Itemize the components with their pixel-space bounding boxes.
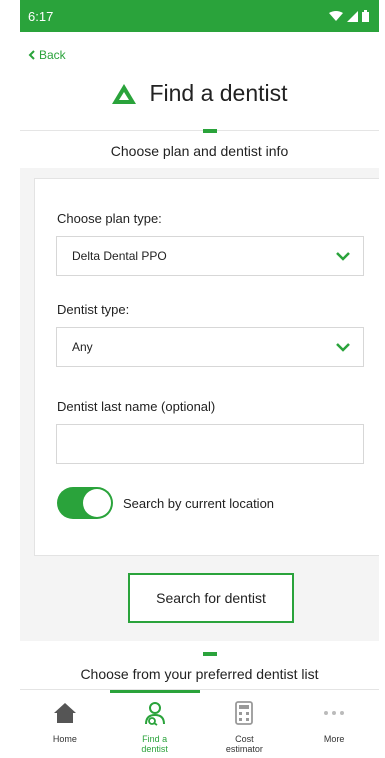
nav-label-home: Home [52, 734, 77, 744]
nav-item-more[interactable]: More [289, 690, 379, 758]
nav-label-cost-estimator: Cost estimator [225, 734, 263, 754]
page-title: Find a dentist [149, 80, 288, 106]
bottom-nav: Home Find a dentist Cost estimator More [20, 689, 379, 758]
find-dentist-icon [144, 702, 165, 726]
chevron-down-icon [336, 343, 350, 352]
location-toggle-label: Search by current location [123, 495, 275, 511]
header-divider [20, 130, 379, 131]
dentist-type-select[interactable]: Any [56, 327, 364, 367]
signal-icon [347, 10, 358, 22]
dentist-type-value: Any [72, 340, 93, 354]
toggle-knob [83, 489, 111, 517]
section-marker [203, 652, 217, 656]
chevron-left-icon [28, 50, 35, 60]
wifi-icon [329, 10, 343, 21]
plan-type-value: Delta Dental PPO [72, 249, 167, 263]
page-header: Find a dentist [20, 80, 379, 107]
chevron-down-icon [336, 252, 350, 261]
screenshot-border-left [0, 0, 20, 758]
search-for-dentist-button[interactable]: Search for dentist [128, 573, 294, 623]
nav-label-more: More [323, 734, 345, 744]
home-icon [53, 703, 76, 723]
last-name-label: Dentist last name (optional) [57, 399, 216, 414]
location-toggle-row: Search by current location [57, 487, 274, 519]
last-name-input[interactable] [56, 424, 364, 464]
nav-item-cost-estimator[interactable]: Cost estimator [200, 690, 290, 758]
dentist-type-label: Dentist type: [57, 302, 130, 317]
more-icon [324, 711, 345, 715]
nav-label-find-dentist: Find a dentist [141, 734, 168, 754]
battery-icon [362, 10, 369, 22]
screenshot-border-right [379, 0, 385, 758]
status-time: 6:17 [28, 8, 54, 24]
location-toggle[interactable] [57, 487, 113, 519]
section-title-preferred-list[interactable]: Choose from your preferred dentist list [20, 666, 379, 682]
phone-screen: 6:17 Back Find a dentist Choose plan and… [20, 0, 379, 758]
back-button[interactable]: Back [28, 48, 66, 62]
section-marker [203, 129, 217, 133]
nav-item-home[interactable]: Home [20, 690, 110, 758]
delta-dental-logo-icon [112, 83, 137, 104]
nav-item-find-dentist[interactable]: Find a dentist [109, 690, 200, 758]
plan-type-select[interactable]: Delta Dental PPO [56, 236, 364, 276]
section-title-plan-info: Choose plan and dentist info [110, 143, 289, 159]
plan-type-label: Choose plan type: [57, 211, 162, 226]
back-label: Back [39, 48, 66, 62]
status-icons [329, 10, 369, 22]
status-bar: 6:17 [20, 0, 379, 32]
calculator-icon [235, 701, 254, 725]
